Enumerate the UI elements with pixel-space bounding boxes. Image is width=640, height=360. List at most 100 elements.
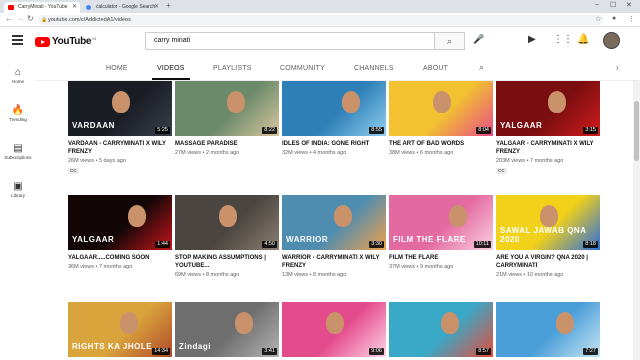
video-thumbnail[interactable]: RIGHTS KA JHOLE 14:34 — [68, 302, 172, 357]
closed-captions-badge: CC — [496, 168, 507, 174]
sidebar-item-library[interactable]: ▣ Library — [0, 181, 36, 198]
tab-community[interactable]: COMMUNITY — [280, 65, 325, 72]
thumbnail-person — [326, 312, 344, 334]
sidebar-item-subscriptions[interactable]: ▤ Subscriptions — [0, 143, 36, 160]
video-card[interactable]: 8:55 IDLES OF INDIA: GONE RIGHT 32M views … — [282, 81, 386, 189]
thumbnail-person — [112, 91, 130, 113]
video-thumbnail[interactable]: FILM THE FLARE 10:11 — [389, 195, 493, 250]
minimize-icon[interactable]: – — [595, 1, 599, 8]
video-meta: 203M views • 7 months ago — [496, 158, 563, 164]
reload-icon[interactable]: ↻ — [27, 14, 34, 23]
close-tab-icon[interactable]: ✕ — [154, 2, 159, 13]
video-card[interactable]: SAWAL JAWAB QNA 2020 8:18 ARE YOU A VIRGIN… — [496, 195, 600, 303]
video-card[interactable]: 4:50 STOP MAKING ASSUMPTIONS | YOUTUBE...… — [175, 195, 279, 303]
close-window-icon[interactable]: ✕ — [626, 1, 632, 9]
video-thumbnail[interactable]: 7:27 — [496, 302, 600, 357]
video-title[interactable]: THE ART OF BAD WORDS — [389, 140, 493, 148]
notifications-bell-icon[interactable]: 🔔 — [577, 34, 589, 45]
video-title[interactable]: YALGAAR.....COMING SOON — [68, 254, 172, 262]
lock-icon: 🔒 — [41, 17, 48, 23]
video-thumbnail[interactable]: 8:57 — [389, 302, 493, 357]
video-card[interactable]: 7:27 — [496, 302, 600, 360]
thumbnail-person — [334, 205, 352, 227]
video-title[interactable]: FILM THE FLARE — [389, 254, 493, 262]
video-card[interactable]: 9:06 — [282, 302, 386, 360]
video-thumbnail[interactable]: SAWAL JAWAB QNA 2020 8:18 — [496, 195, 600, 250]
sidebar-item-home[interactable]: ⌂ Home — [0, 67, 36, 84]
video-thumbnail[interactable]: 8:22 — [175, 81, 279, 136]
video-thumbnail[interactable]: 8:04 — [389, 81, 493, 136]
microphone-icon[interactable]: 🎤 — [473, 34, 484, 45]
video-card[interactable]: 8:22 MASSAGE PARADISE 27M views • 2 months… — [175, 81, 279, 189]
video-card[interactable]: Zindagi 3:41 — [175, 302, 279, 360]
apps-grid-icon[interactable]: ⋮⋮ — [553, 34, 573, 45]
video-card[interactable]: YALGAAR 1:44 YALGAAR.....COMING SOON 36M vi… — [68, 195, 172, 303]
video-duration: 7:27 — [583, 348, 598, 355]
forward-icon[interactable]: → — [16, 14, 24, 23]
search-button[interactable]: ⌕ — [435, 32, 465, 50]
hamburger-menu-icon[interactable] — [12, 35, 23, 45]
page-scrollbar[interactable] — [633, 81, 640, 360]
thumbnail-caption: YALGAAR — [72, 235, 115, 244]
tab-home[interactable]: HOME — [106, 65, 128, 72]
tab-playlists[interactable]: PLAYLISTS — [213, 65, 252, 72]
tab-channels[interactable]: CHANNELS — [354, 65, 394, 72]
video-meta: 37M views • 9 months ago — [389, 264, 453, 270]
video-thumbnail[interactable]: WARRIOR 3:30 — [282, 195, 386, 250]
video-card[interactable]: VARDAAN 5:25 VARDAAN - CARRYMINATI X Wily … — [68, 81, 172, 189]
maximize-icon[interactable]: ☐ — [610, 1, 616, 9]
video-thumbnail[interactable]: VARDAAN 5:25 — [68, 81, 172, 136]
video-thumbnail[interactable]: 8:55 — [282, 81, 386, 136]
video-title[interactable]: IDLES OF INDIA: GONE RIGHT — [282, 140, 386, 148]
tab-about[interactable]: ABOUT — [423, 65, 448, 72]
create-video-icon[interactable]: ▶ — [528, 34, 536, 45]
scrollbar-thumb[interactable] — [634, 101, 639, 161]
video-meta: 69M views • 8 months ago — [175, 272, 239, 278]
thumbnail-caption: VARDAAN — [72, 121, 115, 130]
video-card[interactable]: RIGHTS KA JHOLE 14:34 — [68, 302, 172, 360]
sidebar-item-label: Home — [11, 79, 24, 84]
channel-search-icon[interactable]: ⌕ — [479, 62, 484, 73]
tab-videos[interactable]: VIDEOS — [152, 65, 190, 80]
browser-tab-google[interactable]: calculator - Google Search ✕ — [82, 2, 162, 13]
video-card[interactable]: FILM THE FLARE 10:11 FILM THE FLARE 37M vie… — [389, 195, 493, 303]
thumbnail-person — [235, 312, 253, 334]
video-thumbnail[interactable]: Zindagi 3:41 — [175, 302, 279, 357]
back-icon[interactable]: ← — [5, 14, 13, 23]
video-thumbnail[interactable]: YALGAAR 3:15 — [496, 81, 600, 136]
youtube-logo[interactable]: YouTube IN — [35, 36, 96, 47]
video-title[interactable]: MASSAGE PARADISE — [175, 140, 279, 148]
thumbnail-person — [449, 205, 467, 227]
video-thumbnail[interactable]: YALGAAR 1:44 — [68, 195, 172, 250]
new-tab-icon[interactable]: + — [166, 1, 171, 10]
video-thumbnail[interactable]: 9:06 — [282, 302, 386, 357]
video-title[interactable]: WARRIOR - CARRYMINATI X Wily Frenzy — [282, 254, 386, 270]
browser-tab-youtube[interactable]: CarryMinati - YouTube ✕ — [4, 2, 80, 13]
video-title[interactable]: ARE YOU A VIRGIN? QNA 2020 | CARRYMINATI — [496, 254, 600, 270]
thumbnail-person — [128, 205, 146, 227]
upload-age: 4 months ago — [312, 150, 347, 156]
profile-icon[interactable]: ● — [612, 15, 616, 22]
avatar[interactable] — [603, 32, 620, 49]
video-card[interactable]: 8:57 — [389, 302, 493, 360]
search-input[interactable]: carry minati — [145, 32, 435, 50]
video-title[interactable]: YALGAAR - CARRYMINATI X Wily Frenzy — [496, 140, 600, 156]
video-title[interactable]: STOP MAKING ASSUMPTIONS | YOUTUBE... — [175, 254, 279, 270]
menu-dots-icon[interactable]: ⋮ — [628, 15, 635, 23]
address-bar[interactable]: 🔒 youtube.com/c/AddictedA1/videos — [38, 15, 604, 25]
video-meta: 32M views • 4 months ago — [282, 150, 346, 156]
thumbnail-person — [219, 205, 237, 227]
view-count: 69M views — [175, 272, 201, 278]
library-icon: ▣ — [13, 181, 23, 192]
video-card[interactable]: 8:04 THE ART OF BAD WORDS 38M views • 6 mo… — [389, 81, 493, 189]
chevron-right-icon[interactable]: › — [616, 63, 619, 72]
sidebar-item-trending[interactable]: 🔥 Trending — [0, 105, 36, 122]
video-card[interactable]: YALGAAR 3:15 YALGAAR - CARRYMINATI X Wily … — [496, 81, 600, 189]
thumbnail-person — [120, 312, 138, 334]
bookmark-star-icon[interactable]: ☆ — [595, 15, 601, 23]
video-title[interactable]: VARDAAN - CARRYMINATI X Wily Frenzy — [68, 140, 172, 156]
video-thumbnail[interactable]: 4:50 — [175, 195, 279, 250]
close-tab-icon[interactable]: ✕ — [72, 2, 77, 13]
video-duration: 8:22 — [262, 127, 277, 134]
video-card[interactable]: WARRIOR 3:30 WARRIOR - CARRYMINATI X Wily … — [282, 195, 386, 303]
